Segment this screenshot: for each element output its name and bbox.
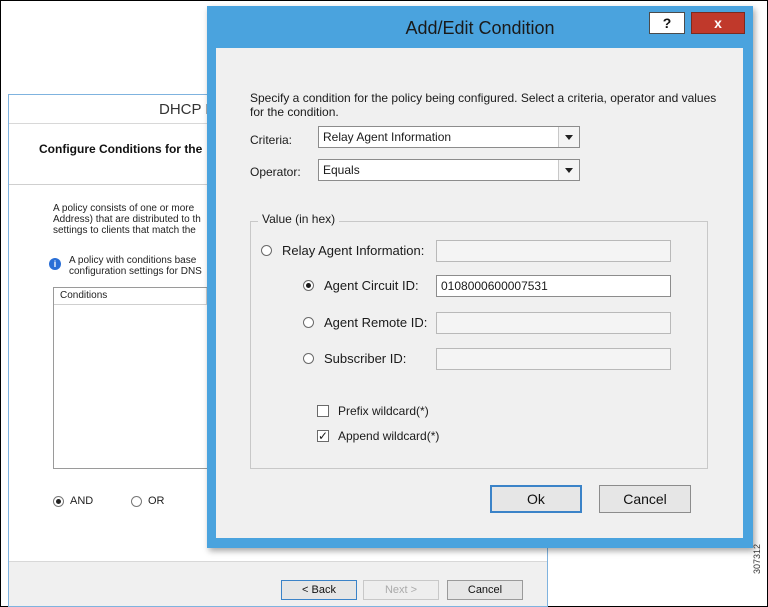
agent-circuit-label: Agent Circuit ID:	[324, 278, 419, 293]
subscriber-label: Subscriber ID:	[324, 351, 407, 366]
or-radio-label: OR	[148, 495, 165, 507]
back-button[interactable]: < Back	[281, 580, 357, 600]
agent-circuit-radio[interactable]: Agent Circuit ID:	[303, 278, 419, 293]
help-button[interactable]: ?	[649, 12, 685, 34]
and-radio-dot	[53, 495, 64, 507]
help-icon: ?	[662, 15, 672, 31]
close-button[interactable]: x	[691, 12, 745, 34]
conditions-column-header[interactable]: Conditions	[54, 288, 224, 305]
or-radio-dot	[131, 495, 142, 507]
relay-agent-radio[interactable]: Relay Agent Information:	[261, 243, 424, 258]
and-radio-label: AND	[70, 495, 94, 507]
background-footer: < Back Next > Cancel	[9, 561, 547, 606]
info-icon: i	[49, 258, 61, 270]
prefix-wildcard-label: Prefix wildcard(*)	[338, 404, 429, 418]
figure-number: 307312	[752, 543, 762, 574]
dialog-cancel-button[interactable]: Cancel	[599, 485, 691, 513]
agent-circuit-radio-dot	[303, 280, 314, 291]
subscriber-input[interactable]	[436, 348, 671, 370]
chevron-down-icon[interactable]	[558, 160, 579, 180]
value-group-label: Value (in hex)	[258, 212, 340, 226]
agent-circuit-input[interactable]: 0108000600007531	[436, 275, 671, 297]
criteria-label: Criteria:	[250, 133, 293, 147]
add-edit-condition-dialog: Add/Edit Condition ? x Specify a conditi…	[207, 6, 753, 548]
chevron-down-icon[interactable]	[558, 127, 579, 147]
relay-agent-radio-dot	[261, 245, 272, 256]
dialog-intro-text: Specify a condition for the policy being…	[250, 91, 717, 119]
agent-remote-radio[interactable]: Agent Remote ID:	[303, 315, 427, 330]
operator-select[interactable]: Equals	[318, 159, 580, 181]
append-wildcard-box: ✓	[317, 430, 329, 442]
background-cancel-button[interactable]: Cancel	[447, 580, 523, 600]
or-radio[interactable]: OR	[131, 495, 165, 507]
operator-select-value: Equals	[323, 163, 360, 177]
prefix-wildcard-checkbox[interactable]: Prefix wildcard(*)	[317, 404, 429, 418]
relay-agent-label: Relay Agent Information:	[282, 243, 425, 258]
criteria-select[interactable]: Relay Agent Information	[318, 126, 580, 148]
next-button[interactable]: Next >	[363, 580, 439, 600]
agent-remote-input[interactable]	[436, 312, 671, 334]
and-radio[interactable]: AND	[53, 495, 93, 507]
relay-agent-input[interactable]	[436, 240, 671, 262]
append-wildcard-checkbox[interactable]: ✓ Append wildcard(*)	[317, 429, 439, 443]
agent-remote-radio-dot	[303, 317, 314, 328]
check-icon: ✓	[318, 429, 329, 443]
subscriber-radio-dot	[303, 353, 314, 364]
subscriber-radio[interactable]: Subscriber ID:	[303, 351, 406, 366]
conditions-list[interactable]: Conditions	[53, 287, 225, 469]
agent-remote-label: Agent Remote ID:	[324, 315, 428, 330]
background-info-text: A policy with conditions base configurat…	[69, 255, 202, 277]
ok-button[interactable]: Ok	[490, 485, 582, 513]
prefix-wildcard-box	[317, 405, 329, 417]
close-icon: x	[714, 15, 722, 31]
criteria-select-value: Relay Agent Information	[323, 130, 452, 144]
append-wildcard-label: Append wildcard(*)	[338, 429, 440, 443]
background-header-title: Configure Conditions for the	[39, 142, 203, 156]
dialog-client-area: Specify a condition for the policy being…	[216, 48, 743, 538]
operator-label: Operator:	[250, 165, 301, 179]
conditions-header-label: Conditions	[60, 290, 108, 301]
background-description: A policy consists of one or more Address…	[53, 203, 201, 236]
